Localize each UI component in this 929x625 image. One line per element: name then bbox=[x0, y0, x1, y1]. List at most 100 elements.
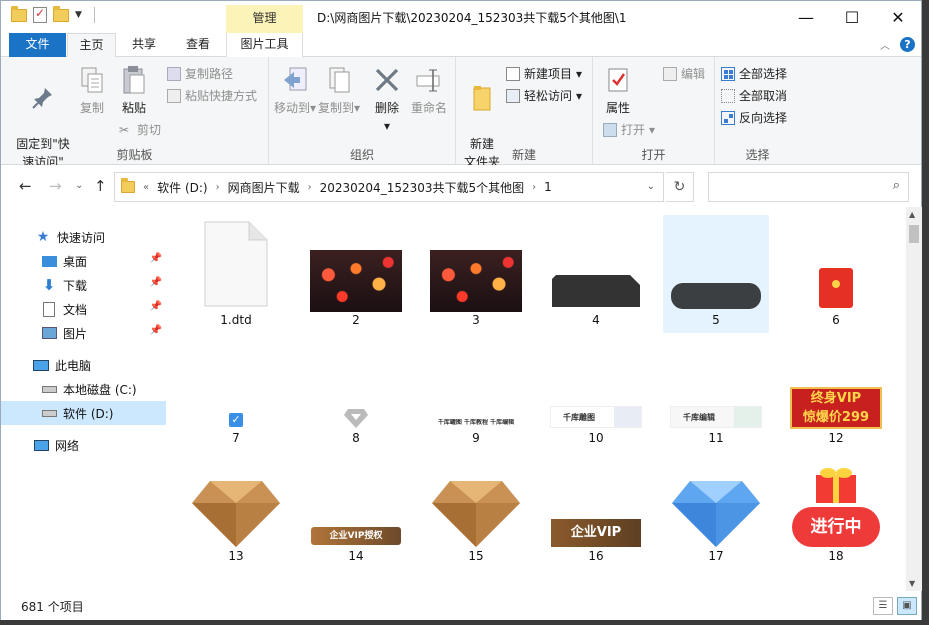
paste-shortcut-button[interactable]: 粘贴快捷方式 bbox=[167, 87, 257, 104]
back-arrow-icon[interactable]: ← bbox=[19, 177, 32, 195]
nav-this-pc[interactable]: 此电脑 bbox=[1, 353, 166, 377]
help-icon[interactable]: ? bbox=[900, 37, 915, 52]
file-tile[interactable]: ✓ 7 bbox=[183, 333, 289, 451]
nav-desktop[interactable]: 桌面 📌 bbox=[1, 249, 166, 273]
item-count: 681 个项目 bbox=[21, 600, 84, 614]
file-tile[interactable]: 终身VIP 惊爆价299 12 bbox=[783, 333, 889, 451]
scroll-up-icon[interactable]: ▲ bbox=[909, 210, 915, 219]
file-tile[interactable]: 2 bbox=[303, 215, 409, 333]
breadcrumb-separator-icon[interactable]: › bbox=[308, 182, 312, 193]
file-tile[interactable]: 17 bbox=[663, 451, 769, 569]
new-folder-icon[interactable] bbox=[53, 5, 69, 22]
overflow-chevron[interactable]: « bbox=[143, 182, 149, 193]
nav-downloads[interactable]: ⬇ 下载 📌 bbox=[1, 273, 166, 297]
tab-file[interactable]: 文件 bbox=[9, 33, 66, 57]
select-group-label: 选择 bbox=[745, 148, 770, 162]
tab-view[interactable]: 查看 bbox=[171, 33, 225, 57]
move-to-label: 移动到 bbox=[273, 101, 310, 115]
file-tile[interactable]: 4 bbox=[543, 215, 649, 333]
minimize-button[interactable]: — bbox=[783, 1, 829, 33]
copy-path-button[interactable]: 复制路径 bbox=[167, 65, 233, 82]
tab-share[interactable]: 共享 bbox=[119, 33, 169, 57]
file-tile[interactable]: 进行中 18 bbox=[783, 451, 889, 569]
file-tile[interactable]: 15 bbox=[423, 451, 529, 569]
rename-button[interactable]: 重命名 bbox=[407, 65, 451, 117]
refresh-button[interactable]: ↻ bbox=[666, 172, 694, 202]
nav-local-disk-c[interactable]: 本地磁盘 (C:) bbox=[1, 377, 166, 401]
large-icons-view-icon[interactable]: ▣ bbox=[897, 597, 917, 615]
new-item-button[interactable]: 新建项目 ▾ bbox=[506, 65, 582, 82]
file-tile[interactable]: 千库雕图 10 bbox=[543, 333, 649, 451]
invert-selection-button[interactable]: 反向选择 bbox=[721, 109, 787, 126]
edit-label: 编辑 bbox=[681, 67, 706, 81]
cut-button[interactable]: ✂ 剪切 bbox=[119, 121, 161, 138]
open-button[interactable]: 打开 ▾ bbox=[603, 121, 655, 138]
maximize-button[interactable]: ☐ bbox=[829, 1, 875, 33]
breadcrumb-folder[interactable]: 网商图片下载 bbox=[228, 179, 300, 196]
delete-button[interactable]: 删除 ▾ bbox=[369, 65, 405, 135]
nav-pictures[interactable]: 图片 📌 bbox=[1, 321, 166, 345]
tag-image: 千库雕图 bbox=[550, 406, 642, 428]
scroll-down-icon[interactable]: ▼ bbox=[909, 579, 915, 588]
properties-button[interactable]: 属性 bbox=[599, 65, 637, 117]
rename-icon bbox=[415, 65, 443, 95]
scrollbar-thumb[interactable] bbox=[909, 225, 919, 243]
copy-button[interactable]: 复制 bbox=[75, 65, 109, 117]
file-tile[interactable]: 1.dtd bbox=[183, 215, 289, 333]
breadcrumb-current[interactable]: 1 bbox=[544, 180, 552, 194]
folder-icon[interactable] bbox=[11, 5, 27, 22]
collapse-ribbon-icon[interactable]: ︿ bbox=[880, 37, 890, 52]
move-to-icon bbox=[281, 65, 309, 95]
file-name: 11 bbox=[708, 431, 724, 445]
file-tile[interactable]: 企业VIP 16 bbox=[543, 451, 649, 569]
pin-icon[interactable]: 📌 bbox=[150, 277, 162, 288]
properties-icon[interactable] bbox=[33, 6, 47, 23]
copy-label: 复制 bbox=[79, 101, 104, 115]
copy-to-button[interactable]: 复制到▾ bbox=[317, 65, 361, 117]
nav-quick-access[interactable]: ★ 快速访问 bbox=[1, 225, 166, 249]
vertical-scrollbar[interactable]: ▲ ▼ bbox=[906, 207, 922, 591]
edit-button[interactable]: 编辑 bbox=[663, 65, 705, 82]
nav-documents[interactable]: 文档 📌 bbox=[1, 297, 166, 321]
breadcrumb-separator-icon[interactable]: › bbox=[532, 182, 536, 193]
file-tile[interactable]: 千库罐图 千库教程 千库编辑 9 bbox=[423, 333, 529, 451]
file-tile[interactable]: 企业VIP授权 14 bbox=[303, 451, 409, 569]
properties-icon bbox=[604, 65, 632, 95]
address-dropdown-icon[interactable]: ⌄ bbox=[647, 181, 655, 192]
pin-icon[interactable]: 📌 bbox=[150, 325, 162, 336]
nav-network[interactable]: 网络 bbox=[1, 433, 166, 457]
breadcrumb-separator-icon[interactable]: › bbox=[216, 182, 220, 193]
tab-picture-tools[interactable]: 图片工具 bbox=[226, 33, 303, 57]
address-bar[interactable]: « 软件 (D:) › 网商图片下载 › 20230204_152303共下载5… bbox=[114, 172, 664, 202]
tab-home[interactable]: 主页 bbox=[67, 33, 116, 58]
breadcrumb-drive[interactable]: 软件 (D:) bbox=[157, 179, 207, 196]
file-tile-selected[interactable]: 5 bbox=[663, 215, 769, 333]
recent-locations-chevron-icon[interactable]: ⌄ bbox=[75, 180, 83, 191]
select-all-button[interactable]: 全部选择 bbox=[721, 65, 787, 82]
title-bar: ▼ 管理 D:\网商图片下载\20230204_152303共下载5个其他图\1… bbox=[1, 1, 921, 33]
file-tile[interactable]: 13 bbox=[183, 451, 289, 569]
nav-label: 文档 bbox=[63, 302, 88, 317]
breadcrumb-subfolder[interactable]: 20230204_152303共下载5个其他图 bbox=[320, 179, 525, 196]
close-button[interactable]: ✕ bbox=[875, 1, 921, 33]
vip-price-image: 终身VIP 惊爆价299 bbox=[790, 387, 882, 429]
file-name: 3 bbox=[472, 313, 480, 327]
pin-icon[interactable]: 📌 bbox=[150, 253, 162, 264]
paste-button[interactable]: 粘贴 bbox=[115, 65, 153, 117]
details-view-icon[interactable]: ☰ bbox=[873, 597, 893, 615]
file-tile[interactable]: 千库编辑 11 bbox=[663, 333, 769, 451]
search-input[interactable]: ⌕ bbox=[708, 172, 909, 202]
up-arrow-icon[interactable]: ↑ bbox=[94, 177, 107, 195]
blank-document-icon bbox=[204, 221, 268, 307]
nav-software-d[interactable]: 软件 (D:) bbox=[1, 401, 166, 425]
select-none-button[interactable]: 全部取消 bbox=[721, 87, 787, 104]
move-to-button[interactable]: 移动到▾ bbox=[273, 65, 317, 117]
easy-access-button[interactable]: 轻松访问 ▾ bbox=[506, 87, 582, 104]
customize-toolbar-dropdown[interactable]: ▼ bbox=[75, 10, 82, 20]
forward-arrow-icon[interactable]: → bbox=[49, 177, 62, 195]
paste-shortcut-label: 粘贴快捷方式 bbox=[185, 89, 258, 103]
file-tile[interactable]: 6 bbox=[783, 215, 889, 333]
file-tile[interactable]: 8 bbox=[303, 333, 409, 451]
file-tile[interactable]: 3 bbox=[423, 215, 529, 333]
pin-icon[interactable]: 📌 bbox=[150, 301, 162, 312]
